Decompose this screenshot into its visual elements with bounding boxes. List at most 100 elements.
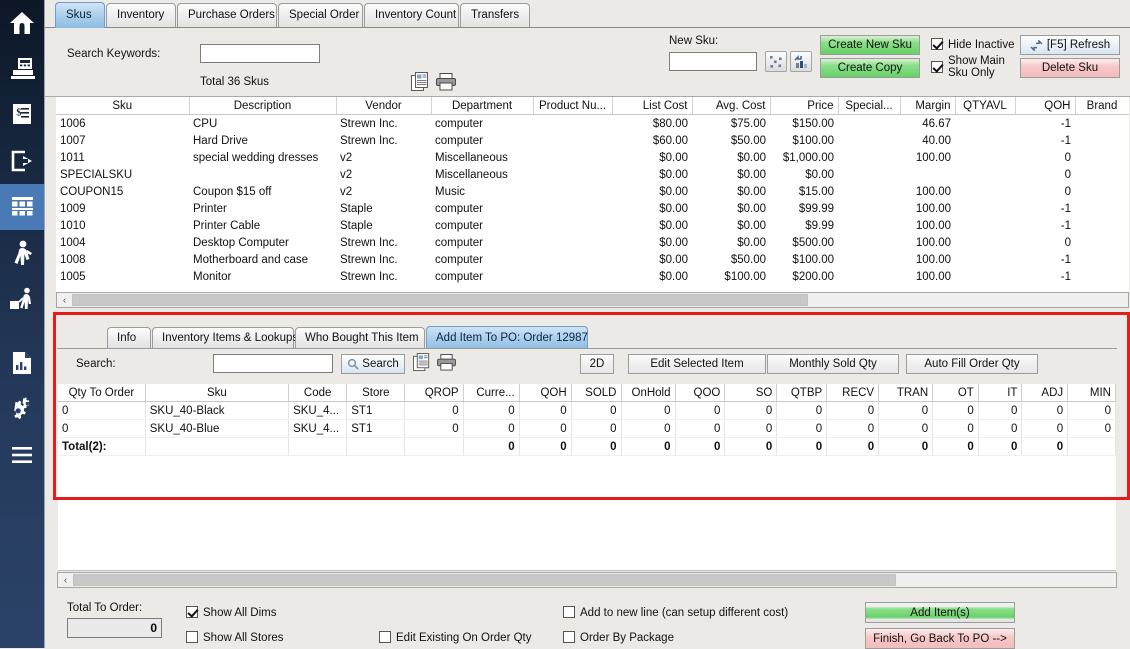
col-adj[interactable]: ADJ (1021, 384, 1069, 402)
col-brand[interactable]: Brand (1075, 97, 1129, 115)
refresh-button[interactable]: [F5] Refresh (1020, 35, 1120, 55)
table-row[interactable]: 0 SKU_40-Black SKU_4... ST1 0 0 0 0 0 0 … (58, 401, 1116, 420)
monthly-sold-qty-button[interactable]: Monthly Sold Qty (767, 354, 899, 374)
sidebar-item-inventory[interactable] (0, 184, 44, 230)
col-qrop[interactable]: QROP (404, 384, 464, 402)
po-search-button[interactable]: Search (341, 354, 405, 374)
col-code[interactable]: Code (288, 384, 348, 402)
table-row[interactable]: SPECIALSKU v2 Miscellaneous $0.00 $0.00 $0.00… (56, 166, 1129, 183)
col-it[interactable]: IT (978, 384, 1023, 402)
sku-grid[interactable]: Sku Description Vendor Department Produc… (56, 97, 1129, 293)
scroll-left-arrow[interactable]: ‹ (57, 293, 72, 307)
col-department[interactable]: Department (431, 97, 534, 115)
po-scroll-thumb[interactable] (73, 574, 896, 586)
show-main-sku-only-checkbox[interactable]: Show Main Sku Only (931, 55, 1005, 79)
col-price[interactable]: Price (770, 97, 839, 115)
table-row[interactable]: 1006 CPU Strewn Inc. computer $80.00 $75.00 $1… (56, 114, 1129, 132)
po-copy-records-icon[interactable] (413, 353, 432, 375)
col-so[interactable]: SO (724, 384, 778, 402)
col-qoh[interactable]: QOH (1015, 97, 1076, 115)
tab-inventory-count[interactable]: Inventory Count (364, 3, 459, 27)
col-onhold[interactable]: OnHold (621, 384, 676, 402)
cell-qty-to-order[interactable]: 0 (58, 401, 146, 420)
table-row[interactable]: 1009 Printer Staple computer $0.00 $0.00 $99.9… (56, 200, 1129, 217)
subtab-add-item-to-po[interactable]: Add Item To PO: Order 12987 (426, 326, 588, 349)
col-po-sku[interactable]: Sku (145, 384, 290, 402)
col-margin[interactable]: Margin (900, 97, 956, 115)
subtab-info[interactable]: Info (107, 327, 151, 348)
sidebar-item-register[interactable] (0, 46, 44, 92)
table-row[interactable]: COUPON15 Coupon $15 off v2 Music $0.00 $0.00 $… (56, 183, 1129, 200)
table-row[interactable]: 0 SKU_40-Blue SKU_4... ST1 0 0 0 0 0 0 0… (58, 419, 1116, 438)
tab-inventory[interactable]: Inventory (106, 3, 176, 27)
col-product-number[interactable]: Product Nu... (533, 97, 613, 115)
col-qoo[interactable]: QOO (675, 384, 726, 402)
tab-skus[interactable]: Skus (55, 2, 105, 28)
create-new-sku-button[interactable]: Create New Sku (820, 35, 920, 55)
sidebar-item-invoice[interactable]: $ (0, 92, 44, 138)
col-po-qoh[interactable]: QOH (519, 384, 572, 402)
search-keywords-input[interactable] (200, 44, 320, 63)
table-row[interactable]: 1005 Monitor Strewn Inc. computer $0.00 $100.… (56, 268, 1129, 285)
po-grid[interactable]: Qty To Order Sku Code Store QROP Curre..… (58, 384, 1116, 465)
col-description[interactable]: Description (189, 97, 337, 115)
order-by-package-checkbox[interactable]: Order By Package (563, 631, 674, 644)
print-icon[interactable] (436, 73, 456, 94)
sidebar-item-settings[interactable] (0, 386, 44, 432)
col-min[interactable]: MIN (1067, 384, 1116, 402)
col-special[interactable]: Special... (838, 97, 901, 115)
sku-scroll-thumb[interactable] (72, 294, 808, 306)
col-ot[interactable]: OT (932, 384, 979, 402)
auto-fill-order-qty-button[interactable]: Auto Fill Order Qty (906, 354, 1038, 374)
col-store[interactable]: Store (346, 384, 406, 402)
col-sold[interactable]: SOLD (571, 384, 622, 402)
col-sku[interactable]: Sku (56, 97, 190, 115)
col-tran[interactable]: TRAN (878, 384, 934, 402)
new-sku-chart-button[interactable] (790, 51, 812, 72)
table-row[interactable]: 1007 Hard Drive Strewn Inc. computer $60.00 $… (56, 132, 1129, 149)
tab-transfers[interactable]: Transfers (460, 3, 530, 27)
two-d-button[interactable]: 2D (580, 354, 614, 374)
sidebar-item-logout[interactable] (0, 138, 44, 184)
show-all-stores-checkbox[interactable]: Show All Stores (186, 631, 284, 644)
sidebar-item-reports[interactable] (0, 340, 44, 386)
po-grid-hscrollbar[interactable]: ‹ (57, 572, 1117, 588)
create-copy-button[interactable]: Create Copy (820, 58, 920, 78)
po-scroll-left-arrow[interactable]: ‹ (58, 573, 73, 587)
col-current[interactable]: Curre... (463, 384, 520, 402)
new-sku-input[interactable] (669, 52, 757, 71)
subtab-inventory-items-lookups[interactable]: Inventory Items & Lookups (152, 327, 298, 348)
col-avg-cost[interactable]: Avg. Cost (692, 97, 771, 115)
table-row[interactable]: 1004 Desktop Computer Strewn Inc. computer $… (56, 234, 1129, 251)
col-qtyavl[interactable]: QTYAVL (955, 97, 1016, 115)
tab-purchase-orders[interactable]: Purchase Orders (177, 3, 277, 27)
delete-sku-button[interactable]: Delete Sku (1020, 58, 1120, 78)
cell-qty-to-order[interactable]: 0 (58, 419, 146, 438)
po-print-icon[interactable] (437, 354, 456, 374)
sku-grid-hscrollbar[interactable]: ‹ (56, 292, 1129, 308)
sidebar-item-customer[interactable] (0, 230, 44, 276)
hide-inactive-checkbox[interactable]: Hide Inactive (931, 38, 1014, 51)
po-search-input[interactable] (213, 354, 333, 373)
edit-existing-on-order-qty-checkbox[interactable]: Edit Existing On Order Qty (379, 631, 532, 644)
sidebar-item-employee[interactable] (0, 276, 44, 322)
col-vendor[interactable]: Vendor (336, 97, 432, 115)
sidebar-item-menu[interactable] (0, 432, 44, 478)
tab-special-order[interactable]: Special Order (278, 3, 363, 27)
copy-records-icon[interactable] (411, 72, 431, 95)
subtab-who-bought-this-item[interactable]: Who Bought This Item (295, 327, 425, 348)
table-row[interactable]: 1011 special wedding dresses v2 Miscellaneo… (56, 149, 1129, 166)
new-sku-dimension-button[interactable] (765, 51, 787, 72)
table-row[interactable]: 1010 Printer Cable Staple computer $0.00 $0.0… (56, 217, 1129, 234)
sidebar-item-home[interactable] (0, 0, 44, 46)
table-row[interactable]: 1008 Motherboard and case Strewn Inc. compu… (56, 251, 1129, 268)
add-to-new-line-checkbox[interactable]: Add to new line (can setup different cos… (563, 606, 788, 619)
total-to-order-value[interactable]: 0 (67, 618, 162, 638)
col-recv[interactable]: RECV (826, 384, 880, 402)
show-all-dims-checkbox[interactable]: Show All Dims (186, 606, 277, 619)
col-qtbp[interactable]: QTBP (776, 384, 828, 402)
col-list-cost[interactable]: List Cost (612, 97, 693, 115)
add-items-button[interactable]: Add Item(s) (865, 602, 1015, 623)
col-qty-to-order[interactable]: Qty To Order (58, 384, 146, 402)
edit-selected-item-button[interactable]: Edit Selected Item (628, 354, 766, 374)
